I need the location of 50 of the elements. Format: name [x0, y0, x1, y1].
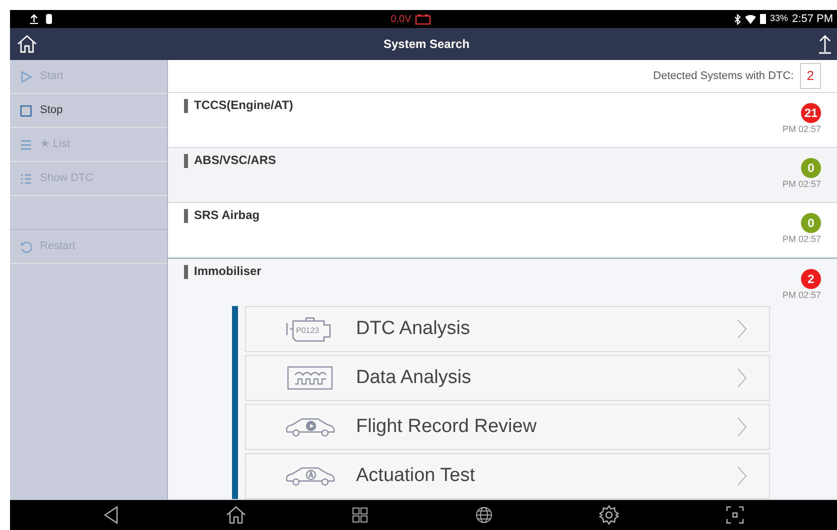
dtc-count-badge: 21: [801, 102, 821, 122]
system-name: SRS Airbag: [184, 208, 260, 222]
battery-percent: 33%: [770, 12, 788, 26]
upload-icon: [30, 14, 38, 24]
summary-label: Detected Systems with DTC:: [653, 68, 794, 84]
settings-icon[interactable]: [599, 505, 620, 525]
sd-card-icon: [46, 14, 52, 24]
window-title: System Search: [383, 37, 470, 51]
chevron-right-icon: [737, 368, 747, 388]
menu-icon: [20, 138, 32, 150]
back-icon[interactable]: [103, 505, 120, 525]
function-menu-item[interactable]: Actuation Test: [245, 453, 770, 499]
waveform-icon: [287, 366, 333, 390]
dtc-count-badge: 2: [801, 268, 821, 288]
chevron-right-icon: [737, 466, 747, 486]
chevron-right-icon: [737, 417, 747, 437]
screenshot-icon[interactable]: [726, 506, 744, 524]
system-name: Immobiliser: [184, 264, 262, 278]
engine-code-label: P0123: [296, 326, 320, 335]
globe-icon[interactable]: [474, 506, 493, 524]
apps-grid-icon[interactable]: [352, 507, 368, 523]
timestamp: PM 02:57: [782, 232, 821, 246]
voltage-reading: 0.0V: [390, 12, 412, 26]
bluetooth-icon: [734, 14, 742, 24]
system-name: ABS/VSC/ARS: [184, 154, 276, 168]
stop-icon: [20, 104, 32, 116]
function-menu-item[interactable]: Flight Record Review: [245, 404, 770, 450]
list-icon: [20, 172, 32, 184]
system-row[interactable]: ABS/VSC/ARS 0 PM 02:57: [168, 148, 837, 202]
car-battery-icon: [415, 14, 432, 24]
dtc-count-badge: 0: [801, 158, 821, 178]
function-menu-item[interactable]: P0123 DTC Analysis: [245, 306, 770, 352]
home-icon[interactable]: [226, 506, 246, 524]
system-name: TCCS(Engine/AT): [184, 98, 294, 112]
dtc-count: 2: [800, 63, 821, 88]
function-menu-item[interactable]: Data Analysis: [245, 355, 770, 401]
car-icon: [284, 416, 336, 438]
timestamp: PM 02:57: [782, 178, 821, 190]
wifi-icon: [745, 14, 756, 24]
car-icon: [284, 465, 336, 487]
dtc-count-badge: 0: [801, 212, 821, 232]
timestamp: PM 02:57: [782, 288, 821, 302]
battery-icon: [760, 14, 766, 24]
play-icon: [20, 70, 32, 82]
sidebar-item[interactable]: Stop: [10, 94, 167, 128]
timestamp: PM 02:57: [782, 122, 821, 136]
clock: 2:57 PM: [792, 12, 833, 27]
system-row[interactable]: Immobiliser 2 PM 02:57 P0123 DTC Analysis Data Analysis Flight Record Review Actuation Test: [168, 258, 837, 500]
chevron-right-icon: [737, 319, 747, 339]
restart-icon: [20, 240, 32, 252]
